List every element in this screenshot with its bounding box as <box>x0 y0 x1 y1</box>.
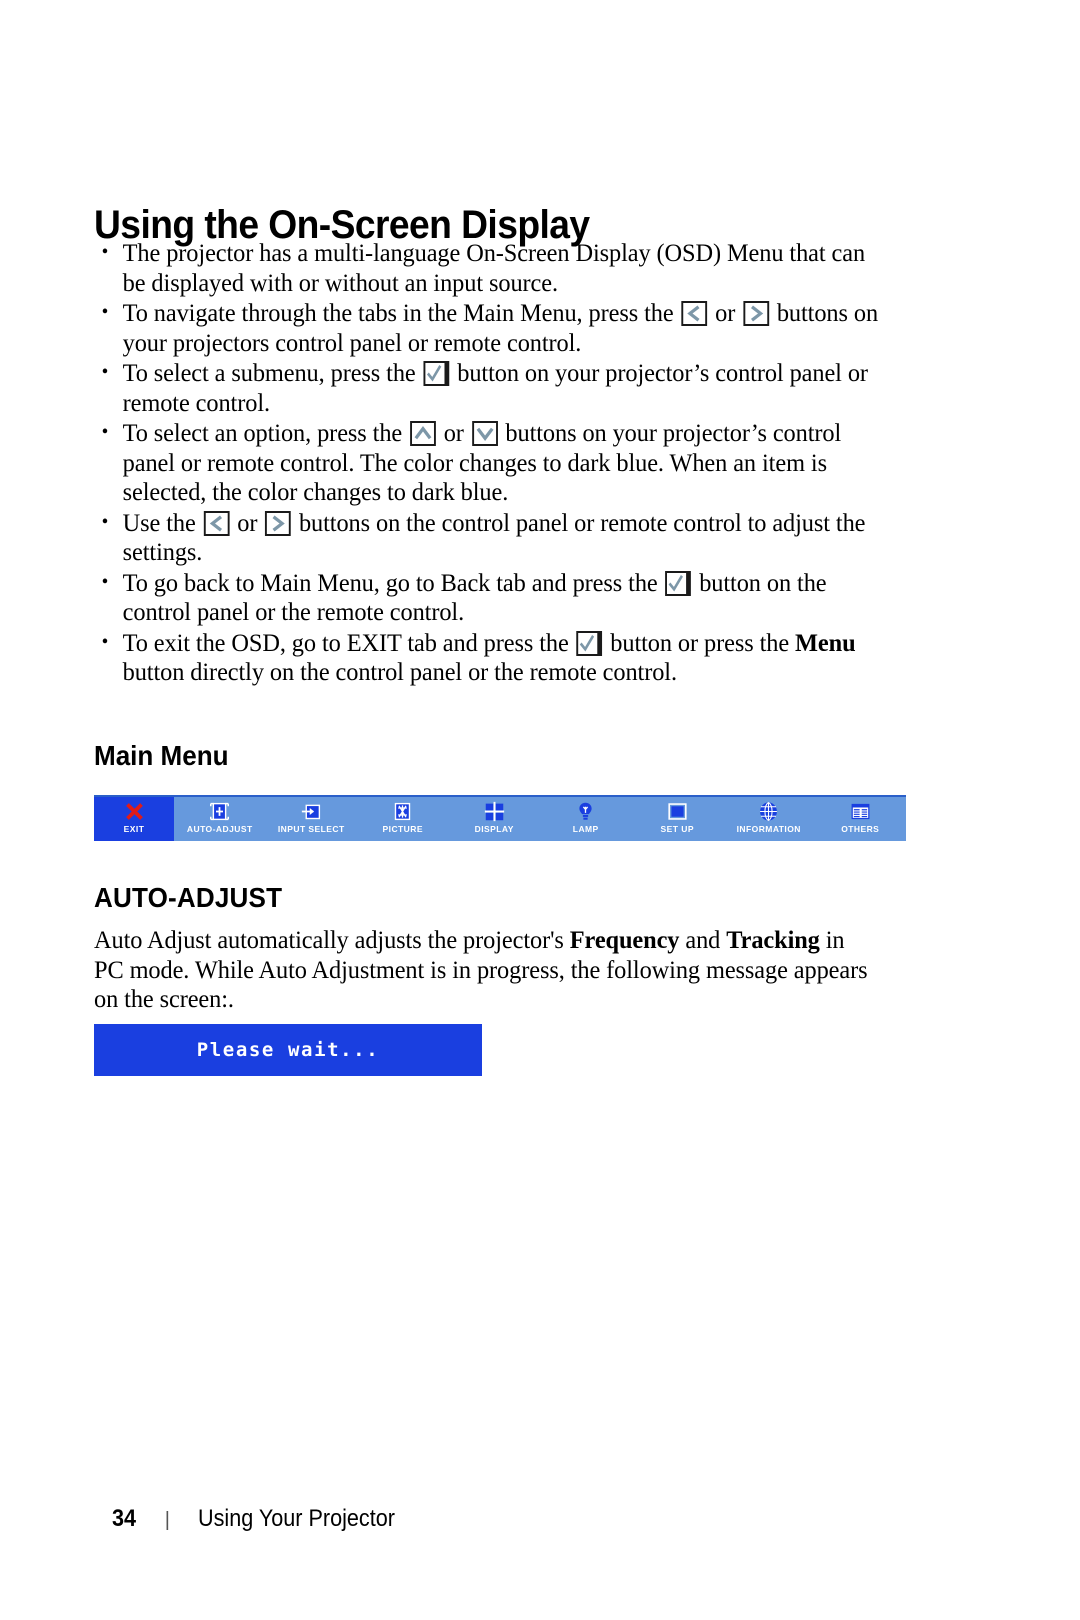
osd-tab-others[interactable]: OTHERS <box>815 797 907 841</box>
set-up-screen-icon <box>667 801 688 822</box>
heading-auto-adjust: AUTO-ADJUST <box>94 882 283 913</box>
bullet-item-select-submenu: • To select a submenu, press the button o… <box>94 358 887 417</box>
bullet-text: or <box>437 418 470 447</box>
osd-tab-label: SET UP <box>660 824 694 834</box>
bullet-dot-icon: • <box>101 301 109 323</box>
osd-tab-lamp[interactable]: LAMP <box>540 797 632 841</box>
footer-page-number: 34 <box>112 1505 137 1532</box>
bullet-text: To navigate through the tabs in the Main… <box>122 298 680 327</box>
osd-main-menu-bar[interactable]: EXIT AUTO-ADJUST INPUT SELECT PICTURE DISPLA… <box>94 795 906 841</box>
bullet-item-exit-osd: • To exit the OSD, go to EXIT tab and pre… <box>94 628 887 687</box>
footer-section-title: Using Your Projector <box>197 1505 395 1532</box>
display-icon <box>484 801 505 822</box>
bullet-text: To select a submenu, press the <box>122 358 422 387</box>
bullet-item-navigate-tabs: • To navigate through the tabs in the Mai… <box>94 298 887 357</box>
bullet-dot-icon: • <box>101 421 109 443</box>
osd-tab-label: OTHERS <box>841 824 880 834</box>
osd-tab-label: LAMP <box>572 824 599 834</box>
left-chevron-button-icon <box>681 301 708 326</box>
bullet-text: or <box>709 298 742 327</box>
others-list-icon <box>850 801 871 822</box>
bullet-text: button or press the <box>604 627 796 657</box>
exit-cross-icon <box>124 801 145 822</box>
heading-main-menu: Main Menu <box>94 740 229 771</box>
bullet-item-osd-multilanguage: • The projector has a multi-language On-S… <box>94 238 887 297</box>
please-wait-dialog: Please wait... <box>94 1024 482 1076</box>
information-globe-icon <box>758 801 779 822</box>
bullet-dot-icon: • <box>101 630 109 653</box>
bullet-text: button directly on the control panel or … <box>122 657 677 686</box>
para-term-tracking: Tracking <box>726 925 820 954</box>
up-chevron-button-icon <box>410 421 436 446</box>
document-page: Using the On-Screen Display • The project… <box>0 0 1080 1620</box>
auto-adjust-icon <box>209 801 230 822</box>
enter-checkmark-button-icon <box>665 570 692 596</box>
bullet-dot-icon: • <box>101 361 109 383</box>
bullet-text: or <box>231 507 264 537</box>
osd-tab-display[interactable]: DISPLAY <box>449 797 541 841</box>
footer-separator: | <box>164 1509 170 1531</box>
osd-tab-label: INFORMATION <box>736 824 801 834</box>
osd-tab-information[interactable]: INFORMATION <box>723 797 815 841</box>
osd-tab-label: EXIT <box>123 824 145 834</box>
right-chevron-button-icon <box>265 510 292 536</box>
osd-tab-label: DISPLAY <box>474 824 514 834</box>
para-term-frequency: Frequency <box>569 925 680 954</box>
bullet-dot-icon: • <box>101 570 109 593</box>
bullet-item-go-back-main-menu: • To go back to Main Menu, go to Back tab… <box>94 568 887 627</box>
bullet-dot-icon: • <box>101 510 109 533</box>
picture-icon <box>392 801 413 822</box>
instructions-bullet-list: • The projector has a multi-language On-S… <box>94 238 924 688</box>
auto-adjust-description: Auto Adjust automatically adjusts the pr… <box>94 925 868 1014</box>
down-chevron-button-icon <box>471 421 498 446</box>
input-select-icon <box>301 801 322 822</box>
left-chevron-button-icon <box>203 510 230 536</box>
bullet-text: To select an option, press the <box>122 418 409 447</box>
osd-tab-exit[interactable]: EXIT <box>94 797 174 841</box>
osd-tab-label: PICTURE <box>382 824 423 834</box>
bullet-text: To exit the OSD, go to EXIT tab and pres… <box>122 627 575 657</box>
osd-tab-input-select[interactable]: INPUT SELECT <box>266 797 358 841</box>
lamp-bulb-icon <box>575 801 596 822</box>
right-chevron-button-icon <box>743 301 769 326</box>
bullet-text: The projector has a multi-language On-Sc… <box>122 238 866 297</box>
para-text: and <box>679 925 727 954</box>
bullet-text: Use the <box>122 507 202 537</box>
bullet-item-select-option: • To select an option, press the or butto… <box>94 418 887 507</box>
enter-checkmark-button-icon <box>423 361 450 386</box>
please-wait-message: Please wait... <box>196 1039 380 1061</box>
osd-tab-label: INPUT SELECT <box>277 824 345 834</box>
enter-checkmark-button-icon <box>576 630 603 656</box>
page-footer: 34 | Using Your Projector <box>112 1505 417 1533</box>
bullet-item-adjust-settings: • Use the or buttons on the control panel… <box>94 508 887 567</box>
osd-tab-set-up[interactable]: SET UP <box>632 797 724 841</box>
bullet-text-emphasis: Menu <box>795 627 856 657</box>
bullet-dot-icon: • <box>101 241 109 263</box>
para-text: Auto Adjust automatically adjusts the pr… <box>94 925 570 954</box>
osd-tab-picture[interactable]: PICTURE <box>357 797 449 841</box>
bullet-text: To go back to Main Menu, go to Back tab … <box>122 567 664 597</box>
osd-tab-auto-adjust[interactable]: AUTO-ADJUST <box>174 797 266 841</box>
osd-tab-label: AUTO-ADJUST <box>186 824 253 834</box>
